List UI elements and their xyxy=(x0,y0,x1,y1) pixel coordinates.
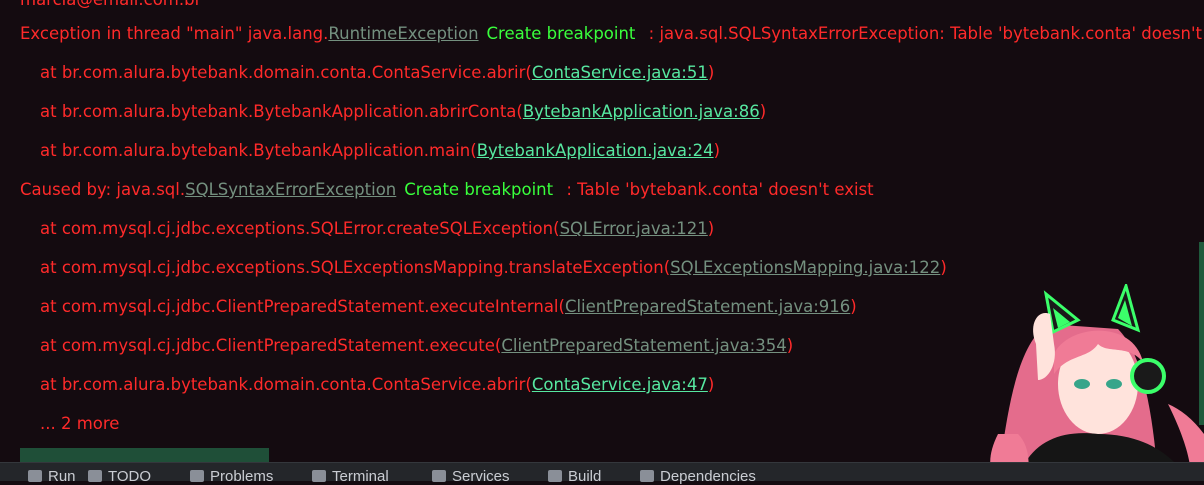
source-link[interactable]: ContaService.java:51 xyxy=(532,63,708,82)
source-link[interactable]: SQLExceptionsMapping.java:122 xyxy=(670,258,940,277)
stack-frame: at com.mysql.cj.jdbc.exceptions.SQLError… xyxy=(40,218,714,240)
tool-label: Problems xyxy=(210,468,274,485)
frame-close: ) xyxy=(707,219,715,238)
run-icon xyxy=(28,470,42,482)
tool-label: Terminal xyxy=(332,468,389,485)
exception-class-link[interactable]: RuntimeException xyxy=(328,24,478,43)
stack-frame: at com.mysql.cj.jdbc.exceptions.SQLExcep… xyxy=(40,257,947,279)
tool-label: Build xyxy=(568,468,602,485)
tool-todo-tab[interactable]: TODO xyxy=(88,468,151,485)
problems-icon xyxy=(190,470,204,482)
tool-services-tab[interactable]: Services xyxy=(432,468,510,485)
frame-close: ) xyxy=(707,375,715,394)
frame-close: ) xyxy=(850,297,857,316)
frame-text: at com.mysql.cj.jdbc.exceptions.SQLError… xyxy=(40,219,560,238)
stack-frame: at br.com.alura.bytebank.domain.conta.Co… xyxy=(40,62,714,84)
anime-character-background xyxy=(990,284,1204,462)
frame-text: at br.com.alura.bytebank.BytebankApplica… xyxy=(40,102,523,121)
dependencies-icon xyxy=(640,470,654,482)
source-link[interactable]: ClientPreparedStatement.java:354 xyxy=(501,336,786,355)
tool-label: Run xyxy=(48,468,76,485)
caused-by-line: Caused by: java.sql.SQLSyntaxErrorExcept… xyxy=(20,179,874,201)
frame-close: ) xyxy=(786,336,794,355)
caused-class-link[interactable]: SQLSyntaxErrorException xyxy=(185,180,396,199)
tool-label: Services xyxy=(452,468,510,485)
create-breakpoint-link[interactable]: Create breakpoint xyxy=(487,24,636,43)
source-link[interactable]: ClientPreparedStatement.java:916 xyxy=(565,297,850,316)
source-link[interactable]: BytebankApplication.java:86 xyxy=(523,102,760,121)
build-icon xyxy=(548,470,562,482)
exception-line: Exception in thread "main" java.lang.Run… xyxy=(20,23,1202,45)
tool-problems-tab[interactable]: Problems xyxy=(190,468,273,485)
terminal-icon xyxy=(312,470,326,482)
stack-frame: at br.com.alura.bytebank.BytebankApplica… xyxy=(40,101,766,123)
source-link[interactable]: ContaService.java:47 xyxy=(532,375,708,394)
todo-icon xyxy=(88,470,102,482)
frame-text: at com.mysql.cj.jdbc.ClientPreparedState… xyxy=(40,297,565,316)
highlight-bar xyxy=(20,448,269,462)
stack-frame: at br.com.alura.bytebank.domain.conta.Co… xyxy=(40,374,714,396)
stack-frame: at br.com.alura.bytebank.BytebankApplica… xyxy=(40,140,720,162)
tool-label: TODO xyxy=(108,468,152,485)
source-link[interactable]: SQLError.java:121 xyxy=(560,219,708,238)
frame-text: at com.mysql.cj.jdbc.ClientPreparedState… xyxy=(40,336,502,355)
create-breakpoint-link[interactable]: Create breakpoint xyxy=(404,180,553,199)
exception-message: : java.sql.SQLSyntaxErrorException: Tabl… xyxy=(643,24,1203,43)
run-console: marcia@email.com.br Exception in thread … xyxy=(0,0,1204,462)
caused-prefix: Caused by: java.sql. xyxy=(20,180,186,199)
tool-run-tab[interactable]: Run xyxy=(28,468,76,485)
frame-close: ) xyxy=(940,258,947,277)
services-icon xyxy=(432,470,446,482)
tool-build-tab[interactable]: Build xyxy=(548,468,601,485)
source-link[interactable]: BytebankApplication.java:24 xyxy=(477,141,714,160)
tool-window-bar: Run TODO Problems Terminal Services Buil… xyxy=(0,462,1204,485)
frame-text: at br.com.alura.bytebank.domain.conta.Co… xyxy=(40,63,532,82)
frame-text: at br.com.alura.bytebank.BytebankApplica… xyxy=(40,141,477,160)
tool-label: Dependencies xyxy=(660,468,756,485)
caused-message: : Table 'bytebank.conta' doesn't exist xyxy=(561,180,874,199)
exception-prefix: Exception in thread "main" java.lang. xyxy=(20,24,329,43)
stack-frame: at com.mysql.cj.jdbc.ClientPreparedState… xyxy=(40,296,857,318)
more-frames-text[interactable]: ... 2 more xyxy=(40,413,119,435)
frame-close: ) xyxy=(707,63,715,82)
stack-frame: at com.mysql.cj.jdbc.ClientPreparedState… xyxy=(40,335,793,357)
frame-close: ) xyxy=(713,141,721,160)
tool-dependencies-tab[interactable]: Dependencies xyxy=(640,468,756,485)
frame-text: at com.mysql.cj.jdbc.exceptions.SQLExcep… xyxy=(40,258,671,277)
partial-output-line: marcia@email.com.br xyxy=(20,0,201,11)
frame-close: ) xyxy=(759,102,767,121)
tool-terminal-tab[interactable]: Terminal xyxy=(312,468,389,485)
frame-text: at br.com.alura.bytebank.domain.conta.Co… xyxy=(40,375,532,394)
